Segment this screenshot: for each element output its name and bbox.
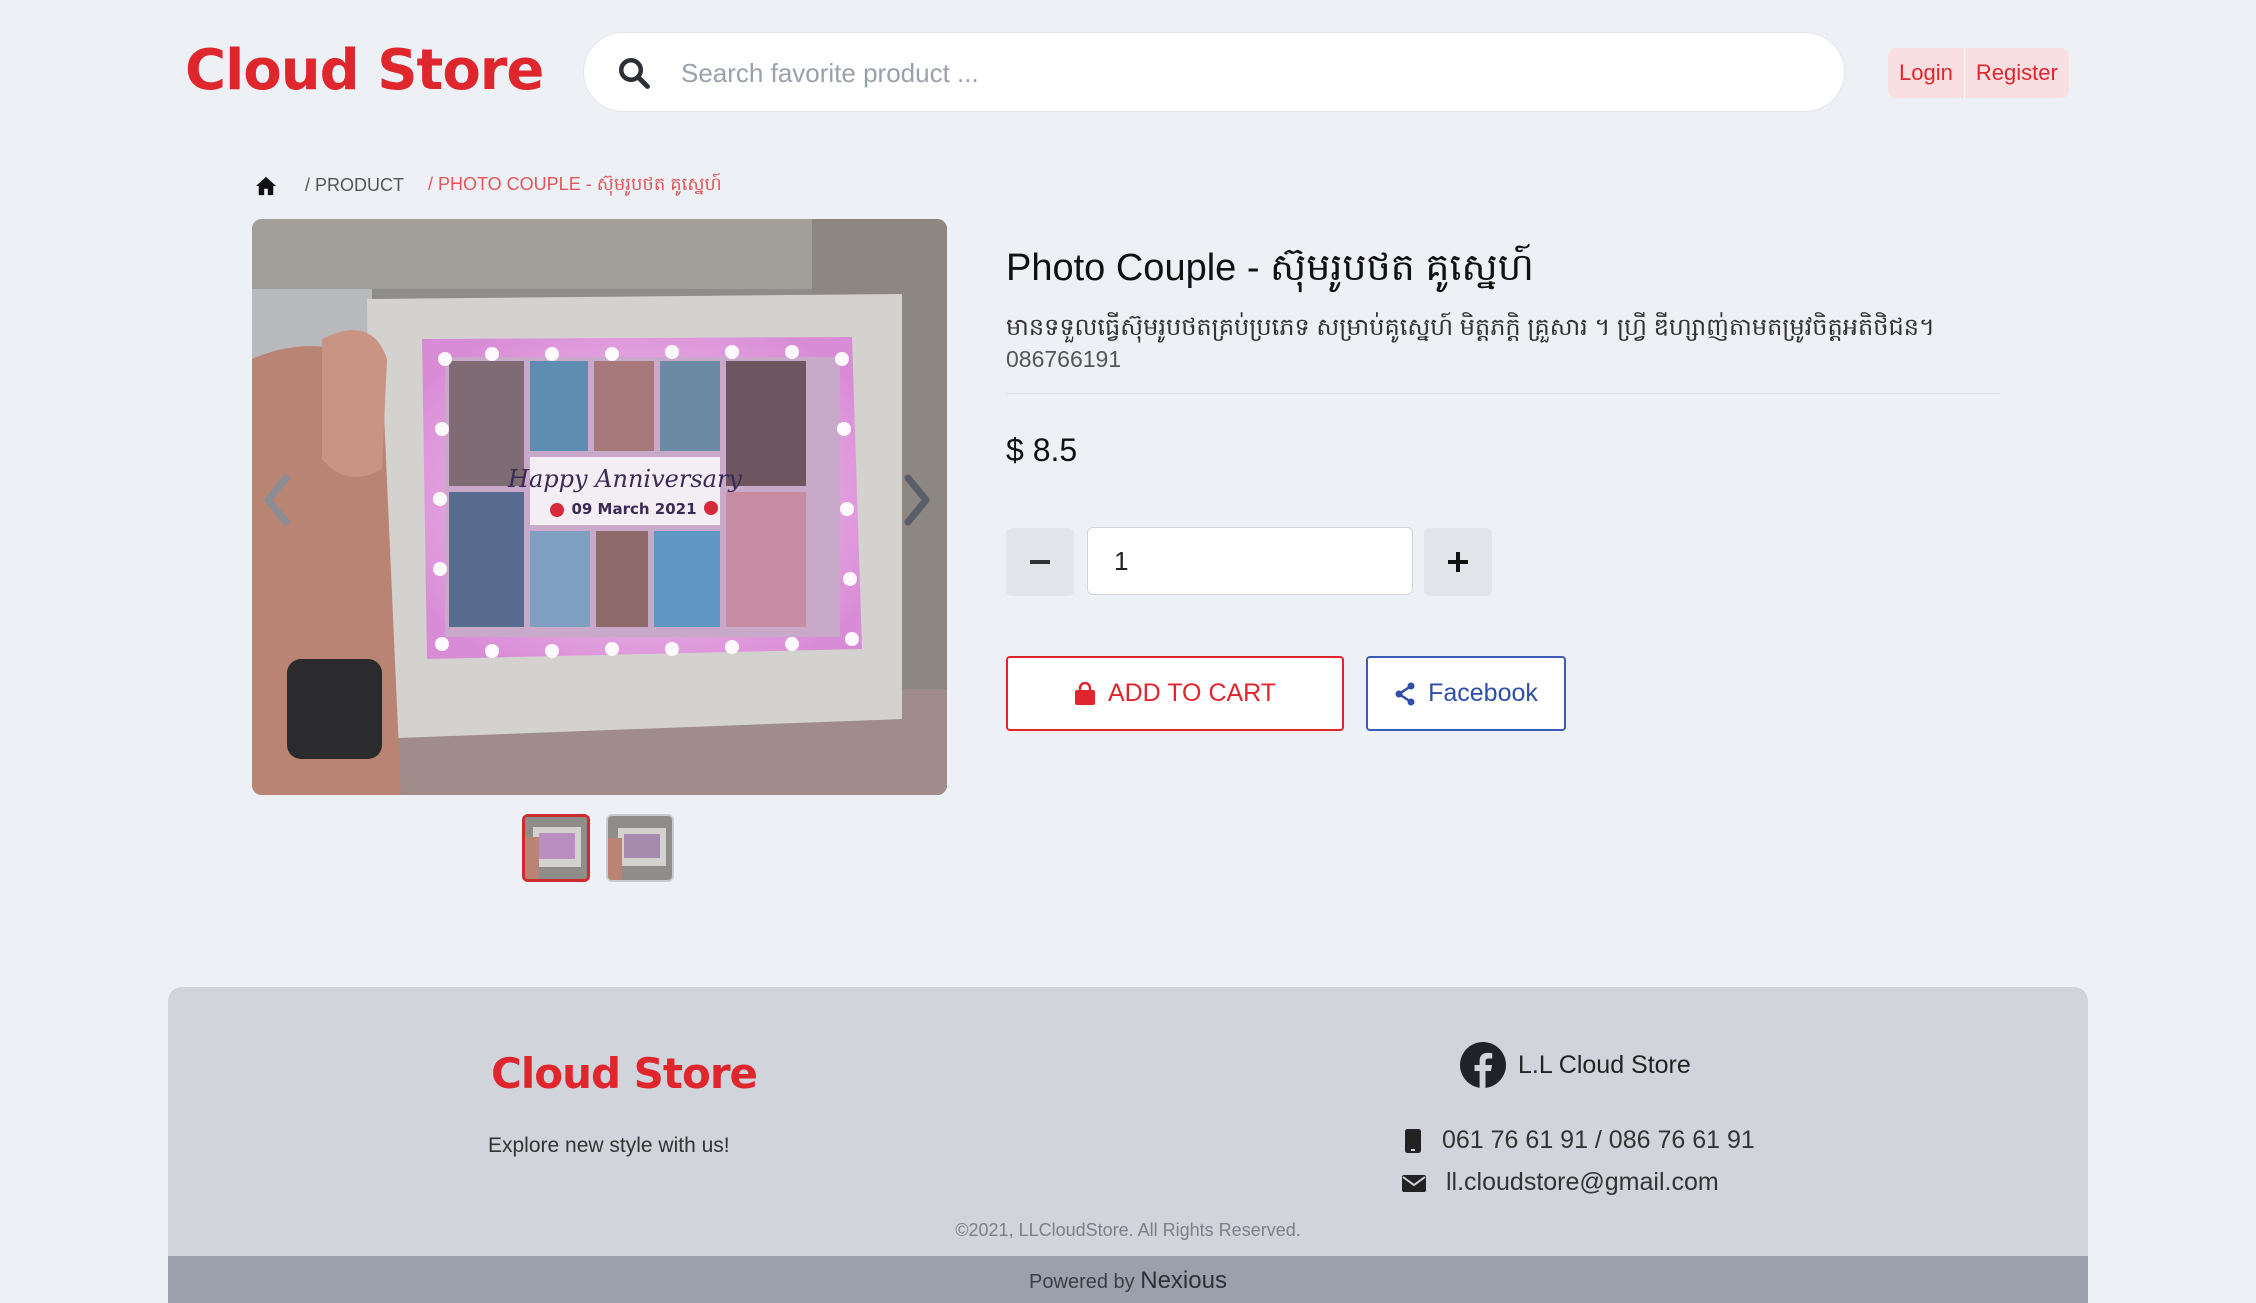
product-thumbnail[interactable] — [606, 814, 674, 882]
footer-phone-text: 061 76 61 91 / 086 76 61 91 — [1442, 1126, 1755, 1154]
footer-phone: 061 76 61 91 / 086 76 61 91 — [1404, 1126, 1755, 1155]
powered-by-label: Powered by — [1029, 1271, 1135, 1293]
divider — [1006, 393, 2000, 394]
share-facebook-label: Facebook — [1428, 679, 1538, 707]
product-description: មានទទួលធ្វើស៊ុមរូបថតគ្រប់ប្រភេទ សម្រាប់គ… — [1006, 314, 1935, 341]
image-caption-line1: Happy Anniversary — [507, 465, 742, 493]
image-caption-line2: 09 March 2021 — [571, 500, 696, 518]
auth-links: Login Register — [1888, 48, 2069, 98]
carousel-next-icon[interactable] — [896, 470, 936, 530]
shopping-bag-icon — [1074, 681, 1095, 705]
add-to-cart-label: ADD TO CART — [1107, 679, 1277, 707]
breadcrumb-product[interactable]: / PRODUCT — [305, 175, 404, 196]
carousel-prev-icon[interactable] — [258, 470, 298, 530]
search-icon[interactable] — [616, 55, 652, 91]
product-thumbnail[interactable] — [522, 814, 590, 882]
home-icon[interactable] — [255, 176, 277, 196]
site-logo[interactable]: Cloud Store — [185, 38, 544, 103]
product-photo: Happy Anniversary 09 March 2021 — [252, 219, 947, 795]
add-to-cart-button[interactable]: ADD TO CART — [1006, 656, 1344, 731]
footer-logo[interactable]: Cloud Store — [491, 1049, 758, 1098]
facebook-icon — [1460, 1042, 1506, 1088]
search-bar[interactable] — [583, 32, 1845, 112]
share-facebook-button[interactable]: Facebook — [1366, 656, 1566, 731]
plus-icon — [1448, 552, 1468, 572]
footer-email: ll.cloudstore@gmail.com — [1402, 1168, 1719, 1197]
product-main-image: Happy Anniversary 09 March 2021 — [252, 219, 947, 795]
footer-tagline: Explore new style with us! — [488, 1134, 730, 1157]
search-input[interactable] — [679, 49, 1783, 97]
powered-by: Powered by Nexious — [0, 1267, 2256, 1295]
login-link[interactable]: Login — [1888, 60, 1964, 86]
quantity-input[interactable] — [1087, 527, 1413, 595]
powered-by-name[interactable]: Nexious — [1140, 1267, 1227, 1294]
register-link[interactable]: Register — [1965, 60, 2069, 86]
product-title: Photo Couple - ស៊ុមរូបថត គូស្នេហ៍ — [1006, 247, 1534, 289]
quantity-increase-button[interactable] — [1424, 528, 1492, 596]
envelope-icon — [1402, 1174, 1426, 1192]
facebook-page-name: L.L Cloud Store — [1518, 1050, 1691, 1079]
mobile-phone-icon — [1405, 1128, 1421, 1153]
breadcrumb: / PRODUCT / PHOTO COUPLE - ស៊ុមរូបថត គូស… — [255, 172, 746, 199]
footer-email-text[interactable]: ll.cloudstore@gmail.com — [1446, 1168, 1719, 1197]
breadcrumb-current: / PHOTO COUPLE - ស៊ុមរូបថត គូស្នេហ៍ — [428, 174, 722, 194]
quantity-decrease-button[interactable] — [1006, 528, 1074, 596]
product-phone: 086766191 — [1006, 346, 1122, 372]
product-price: $ 8.5 — [1006, 432, 1078, 468]
minus-icon — [1030, 560, 1050, 564]
facebook-page-link[interactable]: L.L Cloud Store — [1460, 1042, 1691, 1088]
copyright: ©2021, LLCloudStore. All Rights Reserved… — [955, 1220, 1301, 1240]
share-icon — [1395, 682, 1415, 705]
